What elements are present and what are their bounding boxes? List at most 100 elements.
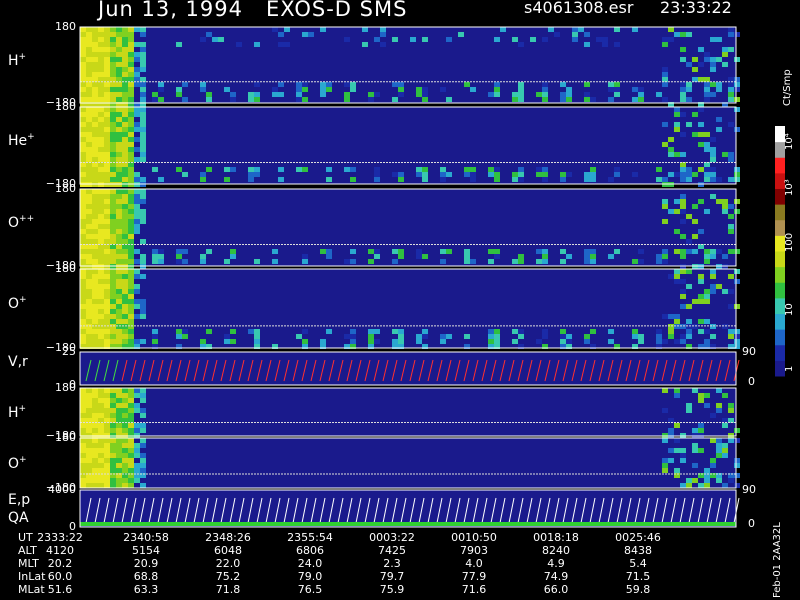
heatmap-cell — [128, 172, 134, 177]
heatmap-cell — [398, 334, 404, 339]
heatmap-cell — [80, 37, 86, 42]
heatmap-cell — [104, 167, 110, 172]
heatmap-cell — [122, 42, 128, 47]
heatmap-cell — [584, 32, 590, 37]
heatmap-cell — [92, 172, 98, 177]
heatmap-cell — [680, 294, 686, 299]
heatmap-cell — [698, 107, 704, 112]
heatmap-cell — [116, 224, 122, 229]
heatmap-cell — [152, 254, 158, 259]
heatmap-cell — [92, 279, 98, 284]
heatmap-cell — [224, 334, 230, 339]
heatmap-cell — [440, 249, 446, 254]
heatmap-cell — [320, 92, 326, 97]
heatmap-cell — [674, 314, 680, 319]
heatmap-cell — [80, 147, 86, 152]
heatmap-cell — [92, 324, 98, 329]
heatmap-cell — [704, 294, 710, 299]
heatmap-cell — [704, 52, 710, 57]
heatmap-cell — [86, 463, 92, 468]
heatmap-cell — [98, 483, 104, 488]
heatmap-cell — [98, 132, 104, 137]
heatmap-cell — [140, 152, 146, 157]
heatmap-cell — [122, 334, 128, 339]
heatmap-cell — [734, 107, 740, 112]
heatmap-cell — [668, 329, 674, 334]
heatmap-cell — [140, 483, 146, 488]
heatmap-cell — [344, 334, 350, 339]
heatmap-cell — [440, 339, 446, 344]
heatmap-cell — [128, 234, 134, 239]
heatmap-cell — [86, 269, 92, 274]
heatmap-cell — [632, 334, 638, 339]
heatmap-cell — [128, 443, 134, 448]
heatmap-cell — [104, 47, 110, 52]
heatmap-cell — [680, 82, 686, 87]
heatmap-cell — [140, 413, 146, 418]
heatmap-cell — [134, 177, 140, 182]
panel-label: He+ — [8, 132, 35, 150]
heatmap-cell — [128, 423, 134, 428]
heatmap-cell — [488, 334, 494, 339]
heatmap-cell — [98, 147, 104, 152]
heatmap-cell — [662, 259, 668, 264]
heatmap-cell — [92, 177, 98, 182]
heatmap-cell — [254, 329, 260, 334]
heatmap-cell — [128, 189, 134, 194]
heatmap-cell — [392, 259, 398, 264]
heatmap-cell — [722, 483, 728, 488]
heatmap-cell — [662, 388, 668, 393]
heatmap-cell — [668, 147, 674, 152]
heatmap-cell — [86, 219, 92, 224]
colorbar-unit: Ct/Smp — [782, 69, 793, 106]
heatmap-cell — [398, 92, 404, 97]
heatmap-cell — [104, 304, 110, 309]
heatmap-cell — [140, 388, 146, 393]
heatmap-cell — [182, 334, 188, 339]
table-cell: 79.0 — [297, 570, 323, 583]
table-cell: 20.9 — [133, 557, 159, 570]
heatmap-cell — [104, 408, 110, 413]
heatmap-cell — [116, 189, 122, 194]
heatmap-cell — [116, 314, 122, 319]
heatmap-cell — [86, 142, 92, 147]
heatmap-cell — [158, 97, 164, 102]
heatmap-cell — [272, 249, 278, 254]
heatmap-cell — [140, 32, 146, 37]
heatmap-cell — [98, 304, 104, 309]
heatmap-cell — [104, 219, 110, 224]
heatmap-cell — [686, 32, 692, 37]
heatmap-cell — [686, 408, 692, 413]
heatmap-cell — [80, 339, 86, 344]
heatmap-cell — [200, 82, 206, 87]
heatmap-cell — [350, 177, 356, 182]
heatmap-cell — [80, 219, 86, 224]
heatmap-cell — [134, 468, 140, 473]
heatmap-cell — [536, 259, 542, 264]
heatmap-cell — [122, 47, 128, 52]
heatmap-cell — [698, 132, 704, 137]
heatmap-cell — [110, 172, 116, 177]
heatmap-cell — [698, 122, 704, 127]
heatmap-cell — [86, 458, 92, 463]
heatmap-cell — [560, 177, 566, 182]
heatmap-cell — [122, 413, 128, 418]
heatmap-cell — [560, 329, 566, 334]
table-cell: 2340:58 — [123, 531, 169, 544]
heatmap-cell — [134, 299, 140, 304]
heatmap-cell — [86, 122, 92, 127]
heatmap-cell — [728, 82, 734, 87]
heatmap-cell — [710, 152, 716, 157]
heatmap-cell — [704, 82, 710, 87]
heatmap-cell — [86, 117, 92, 122]
heatmap-cell — [518, 254, 524, 259]
heatmap-cell — [158, 177, 164, 182]
heatmap-cell — [86, 448, 92, 453]
heatmap-cell — [134, 214, 140, 219]
table-cell: 4120 — [46, 544, 74, 557]
heatmap-cell — [728, 97, 734, 102]
heatmap-cell — [668, 37, 674, 42]
heatmap-cell — [80, 483, 86, 488]
heatmap-cell — [104, 334, 110, 339]
heatmap-cell — [350, 259, 356, 264]
